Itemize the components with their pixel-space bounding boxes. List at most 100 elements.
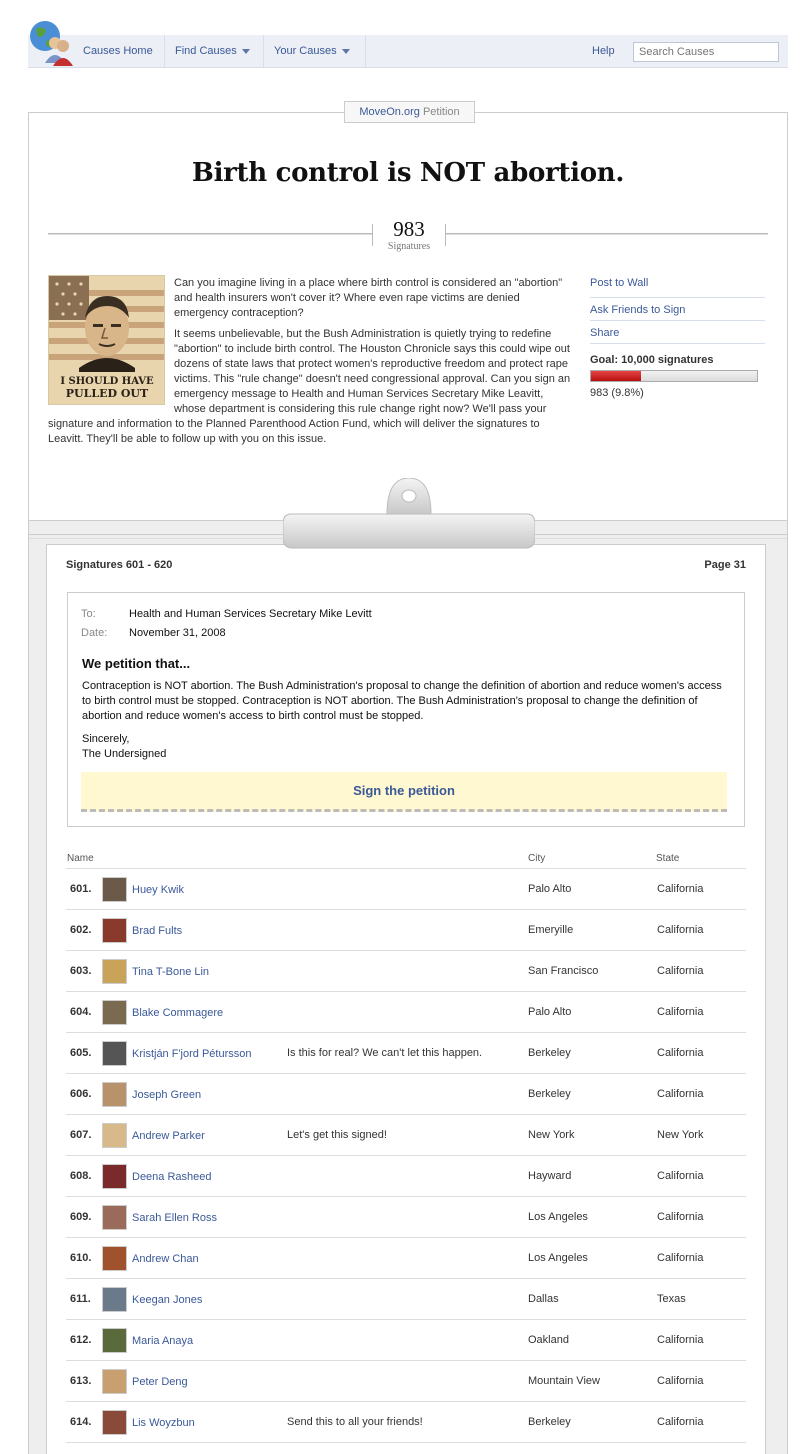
row-number: 601. <box>70 883 92 895</box>
row-number: 614. <box>70 1416 92 1428</box>
avatar[interactable] <box>102 1205 127 1230</box>
signer-name-link[interactable]: Lis Woyzbun <box>132 1417 195 1429</box>
nav-causes-home[interactable]: Causes Home <box>83 35 153 68</box>
signature-table-header: Name City State <box>66 852 746 869</box>
petition-text: Contraception is NOT abortion. The Bush … <box>82 680 722 722</box>
image-spacer <box>48 276 174 404</box>
table-row: 603. Tina T-Bone Lin San Francisco Californ… <box>66 951 746 992</box>
signer-name-link[interactable]: Brad Fults <box>132 925 182 937</box>
table-row: 606. Joseph Green Berkeley California <box>66 1074 746 1115</box>
signer-name-link[interactable]: Huey Kwik <box>132 884 184 896</box>
share-link[interactable]: Share <box>590 321 765 344</box>
post-to-wall-link[interactable]: Post to Wall <box>590 275 765 298</box>
top-nav: Causes Home Find Causes Your Causes Help <box>28 21 788 68</box>
tag-label: Petition <box>422 106 460 118</box>
signer-city: Berkeley <box>528 1416 571 1428</box>
row-number: 603. <box>70 965 92 977</box>
divider <box>446 233 768 235</box>
signer-state: California <box>657 1334 704 1346</box>
signer-city: Mountain View <box>528 1375 600 1387</box>
signer-name-link[interactable]: Tina T-Bone Lin <box>132 966 209 978</box>
signer-name-link[interactable]: Deena Rasheed <box>132 1171 212 1183</box>
table-row: 611. Keegan Jones Dallas Texas <box>66 1279 746 1320</box>
signature-range: Signatures 601 - 620 <box>66 559 173 571</box>
nav-help[interactable]: Help <box>592 35 615 68</box>
signer-city: Oakland <box>528 1334 569 1346</box>
signer-state: California <box>657 1252 704 1264</box>
letter-date-row: Date: November 31, 2008 <box>81 627 226 639</box>
signer-state: California <box>657 1170 704 1182</box>
row-number: 608. <box>70 1170 92 1182</box>
avatar[interactable] <box>102 1082 127 1107</box>
petition-sidebar: Post to Wall Ask Friends to Sign Share G… <box>590 275 765 399</box>
row-number: 604. <box>70 1006 92 1018</box>
avatar[interactable] <box>102 1041 127 1066</box>
table-row: 605. Kristján F'jord Pétursson Is this for… <box>66 1033 746 1074</box>
petition-description: Can you imagine living in a place where … <box>48 276 572 453</box>
causes-logo-icon[interactable] <box>28 19 78 69</box>
avatar[interactable] <box>102 1328 127 1353</box>
closing-signature: The Undersigned <box>82 748 167 760</box>
row-number: 610. <box>70 1252 92 1264</box>
letter-to-row: To: Health and Human Services Secretary M… <box>81 608 372 620</box>
signer-name-link[interactable]: Peter Deng <box>132 1376 188 1388</box>
divider-tick <box>372 224 373 246</box>
divider-tick <box>445 224 446 246</box>
signer-name-link[interactable]: Keegan Jones <box>132 1294 202 1306</box>
signer-name-link[interactable]: Maria Anaya <box>132 1335 193 1347</box>
petition-letter: To: Health and Human Services Secretary M… <box>67 592 745 827</box>
letter-closing: Sincerely, The Undersigned <box>82 732 166 762</box>
column-name: Name <box>67 853 94 864</box>
signer-city: Hayward <box>528 1170 572 1182</box>
avatar[interactable] <box>102 1287 127 1312</box>
signer-name-link[interactable]: Kristján F'jord Pétursson <box>132 1048 251 1060</box>
avatar[interactable] <box>102 1164 127 1189</box>
avatar[interactable] <box>102 1123 127 1148</box>
signer-comment: Let's get this signed! <box>287 1129 387 1141</box>
signer-name-link[interactable]: Andrew Parker <box>132 1130 205 1142</box>
signer-city: Dallas <box>528 1293 559 1305</box>
avatar[interactable] <box>102 1000 127 1025</box>
page-title: Birth control is NOT abortion. <box>191 158 625 188</box>
goal-label: Goal: 10,000 signatures <box>590 354 714 366</box>
avatar[interactable] <box>102 959 127 984</box>
nav-your-causes[interactable]: Your Causes <box>274 35 350 68</box>
row-number: 605. <box>70 1047 92 1059</box>
signer-city: Palo Alto <box>528 883 572 895</box>
signer-state: Texas <box>657 1293 686 1305</box>
goal-progress-fill <box>591 371 642 381</box>
signer-city: San Francisco <box>528 965 599 977</box>
signer-city: New York <box>528 1129 575 1141</box>
signer-state: California <box>657 1416 704 1428</box>
chevron-down-icon <box>341 48 350 54</box>
avatar[interactable] <box>102 877 127 902</box>
clipboard-clip-icon <box>283 478 535 549</box>
table-row: 608. Deena Rasheed Hayward California <box>66 1156 746 1197</box>
signer-city: Berkeley <box>528 1088 571 1100</box>
signer-name-link[interactable]: Blake Commagere <box>132 1007 223 1019</box>
signer-name-link[interactable]: Sarah Ellen Ross <box>132 1212 217 1224</box>
search-input[interactable] <box>633 42 779 62</box>
signature-count-label: Signatures <box>387 241 431 252</box>
signer-name-link[interactable]: Joseph Green <box>132 1089 201 1101</box>
signer-name-link[interactable]: Andrew Chan <box>132 1253 199 1265</box>
avatar[interactable] <box>102 1369 127 1394</box>
nav-divider <box>365 35 366 68</box>
ask-friends-link[interactable]: Ask Friends to Sign <box>590 298 765 321</box>
moveon-link[interactable]: MoveOn.org <box>359 106 420 118</box>
nav-find-label: Find Causes <box>175 45 237 57</box>
date-value: November 31, 2008 <box>129 627 226 639</box>
signer-state: California <box>657 1375 704 1387</box>
signer-state: California <box>657 1047 704 1059</box>
signature-count: 983 <box>393 217 425 241</box>
petition-source-tag: MoveOn.org Petition <box>344 101 475 123</box>
avatar[interactable] <box>102 918 127 943</box>
column-state: State <box>656 853 680 864</box>
avatar[interactable] <box>102 1410 127 1435</box>
row-number: 606. <box>70 1088 92 1100</box>
chevron-down-icon <box>241 48 250 54</box>
avatar[interactable] <box>102 1246 127 1271</box>
sign-petition-button[interactable]: Sign the petition <box>81 772 727 812</box>
nav-find-causes[interactable]: Find Causes <box>175 35 250 68</box>
table-row: 609. Sarah Ellen Ross Los Angeles Californi… <box>66 1197 746 1238</box>
